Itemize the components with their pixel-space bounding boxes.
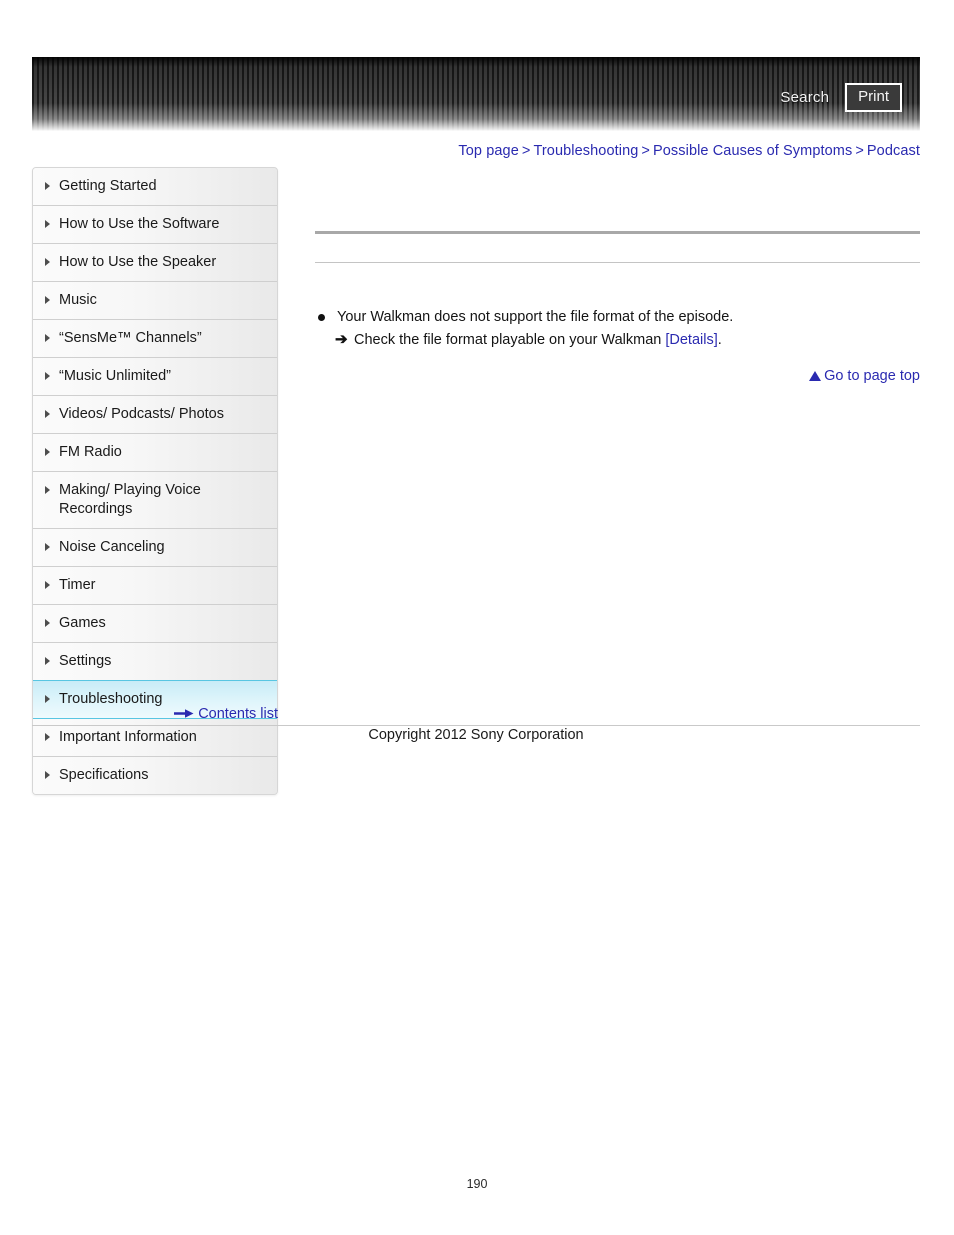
sidebar-item-label: Settings <box>59 653 112 669</box>
cause-item: Your Walkman does not support the file f… <box>315 306 920 328</box>
divider-thin <box>315 262 920 263</box>
chevron-right-icon <box>45 657 50 665</box>
chevron-right-icon <box>45 695 50 703</box>
search-button[interactable]: Search <box>780 90 829 105</box>
sidebar-item-noise-canceling[interactable]: Noise Canceling <box>33 529 277 567</box>
chevron-right-icon <box>45 296 50 304</box>
sidebar-item-settings[interactable]: Settings <box>33 643 277 681</box>
chevron-right-icon <box>45 581 50 589</box>
breadcrumb-separator: > <box>641 143 650 159</box>
sidebar-item-games[interactable]: Games <box>33 605 277 643</box>
sidebar-item-label: How to Use the Speaker <box>59 254 217 270</box>
breadcrumb-separator: > <box>521 143 531 159</box>
contents-list-label: Contents list <box>198 706 278 722</box>
chevron-right-icon <box>45 372 50 380</box>
header-banner: Search Print <box>32 57 920 131</box>
sidebar-item-label: FM Radio <box>59 444 122 460</box>
breadcrumb-item-top-page[interactable]: Top page <box>458 143 518 159</box>
chevron-right-icon <box>45 410 50 418</box>
breadcrumb: Top page > Troubleshooting > Possible Causes… <box>458 143 920 159</box>
details-link[interactable]: [Details] <box>665 332 717 348</box>
contents-list-link[interactable]: Contents list <box>32 706 278 723</box>
breadcrumb-separator: > <box>855 143 864 159</box>
sidebar-item-getting-started[interactable]: Getting Started <box>33 168 277 206</box>
sidebar-item-label: Making/ Playing Voice Recordings <box>59 482 201 517</box>
page-number: 190 <box>466 1177 488 1191</box>
arrow-right-icon <box>174 707 194 723</box>
sidebar-item-fm-radio[interactable]: FM Radio <box>33 434 277 472</box>
breadcrumb-item-podcast[interactable]: Podcast <box>867 143 920 159</box>
possible-causes-list: Your Walkman does not support the file f… <box>315 306 920 351</box>
breadcrumb-item-possible-causes[interactable]: Possible Causes of Symptoms <box>653 143 852 159</box>
chevron-right-icon <box>45 543 50 551</box>
sidebar-item-specifications[interactable]: Specifications <box>33 757 277 794</box>
sidebar-item-timer[interactable]: Timer <box>33 567 277 605</box>
footer-divider <box>32 725 920 726</box>
sidebar-item-making-playing-voice-recordings[interactable]: Making/ Playing Voice Recordings <box>33 472 277 529</box>
bullet-icon <box>318 314 325 321</box>
go-to-page-top-label: Go to page top <box>824 368 920 384</box>
remedy-text-suffix: . <box>717 332 722 348</box>
sidebar-item-music[interactable]: Music <box>33 282 277 320</box>
chevron-right-icon <box>45 220 50 228</box>
chevron-right-icon <box>45 619 50 627</box>
sidebar-item-music-unlimited[interactable]: “Music Unlimited” <box>33 358 277 396</box>
remedy-item: ➔ Check the file format playable on your … <box>315 329 920 351</box>
header-controls: Search Print <box>780 83 902 112</box>
chevron-right-icon <box>45 448 50 456</box>
sidebar-item-label: “SensMe™ Channels” <box>59 330 202 346</box>
sidebar-item-sensme-channels[interactable]: “SensMe™ Channels” <box>33 320 277 358</box>
sidebar-navigation: Getting Started How to Use the Software … <box>32 167 278 795</box>
sidebar-item-label: Timer <box>59 577 96 593</box>
sidebar-item-label: Specifications <box>59 767 149 783</box>
sidebar-item-label: How to Use the Software <box>59 216 220 232</box>
sidebar-item-label: Getting Started <box>59 178 157 194</box>
sidebar-item-label: Videos/ Podcasts/ Photos <box>59 406 224 422</box>
chevron-right-icon <box>45 258 50 266</box>
sidebar-item-label: “Music Unlimited” <box>59 368 171 384</box>
main-content: Your Walkman does not support the file f… <box>315 167 920 384</box>
arrow-right-icon: ➔ <box>335 331 348 348</box>
sidebar-item-how-to-use-the-speaker[interactable]: How to Use the Speaker <box>33 244 277 282</box>
sidebar-item-label: Troubleshooting <box>59 691 163 707</box>
triangle-up-icon <box>809 371 822 381</box>
go-to-page-top-link[interactable]: Go to page top <box>315 368 920 384</box>
print-button[interactable]: Print <box>845 83 902 112</box>
sidebar-item-videos-podcasts-photos[interactable]: Videos/ Podcasts/ Photos <box>33 396 277 434</box>
sidebar-item-how-to-use-the-software[interactable]: How to Use the Software <box>33 206 277 244</box>
cause-text: Your Walkman does not support the file f… <box>337 309 734 325</box>
sidebar-item-label: Music <box>59 292 97 308</box>
chevron-right-icon <box>45 334 50 342</box>
divider-thick <box>315 231 920 234</box>
breadcrumb-item-troubleshooting[interactable]: Troubleshooting <box>533 143 638 159</box>
copyright-text: Copyright 2012 Sony Corporation <box>368 727 584 743</box>
remedy-text: Check the file format playable on your W… <box>354 332 666 348</box>
sidebar-item-label: Games <box>59 615 106 631</box>
chevron-right-icon <box>45 182 50 190</box>
chevron-right-icon <box>45 486 50 494</box>
chevron-right-icon <box>45 771 50 779</box>
sidebar-item-label: Noise Canceling <box>59 539 165 555</box>
